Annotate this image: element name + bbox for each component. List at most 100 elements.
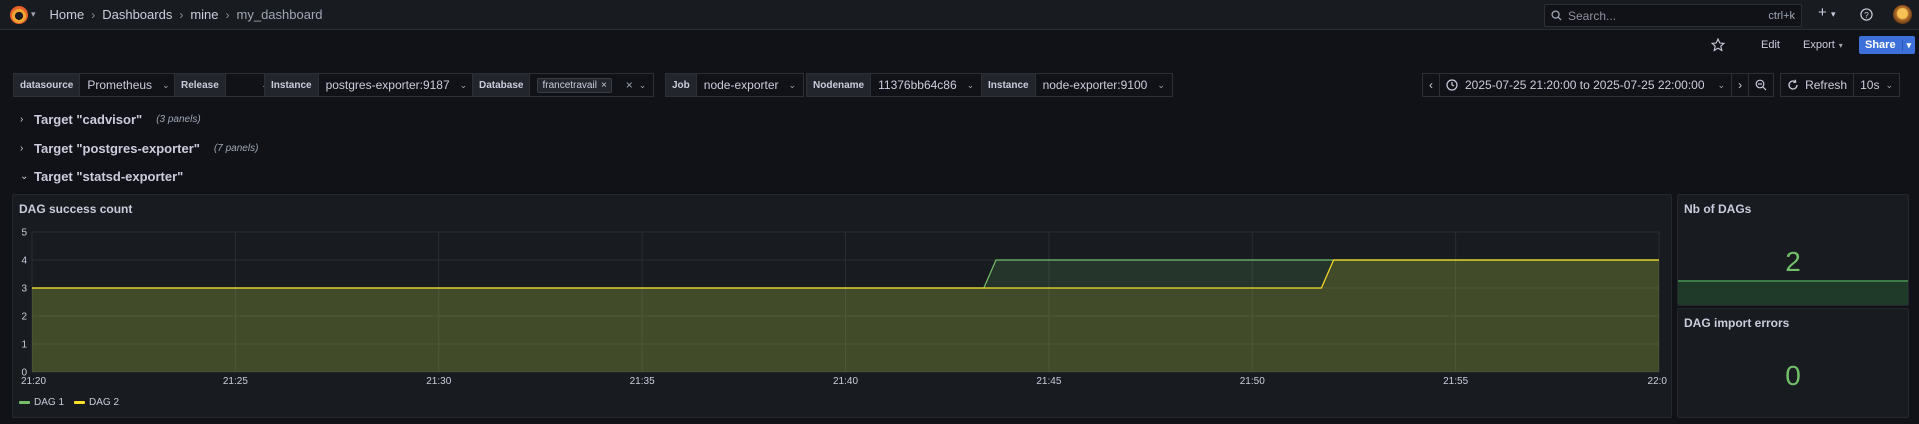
row-postgres-exporter[interactable]: › Target "postgres-exporter" (7 panels): [20, 139, 258, 157]
chevron-down-icon[interactable]: ▾: [31, 9, 36, 20]
zoom-out-button[interactable]: [1749, 73, 1775, 97]
variable-select[interactable]: node-exporter ⌄: [696, 73, 805, 97]
dag-success-panel[interactable]: DAG success count 0 1 2 3 4 5 21:20 21:25 21:30 2…: [12, 194, 1672, 418]
y-tick-label: 4: [21, 256, 27, 267]
refresh-interval-select[interactable]: 10s ⌄: [1854, 73, 1901, 97]
search-icon: [1551, 10, 1562, 21]
breadcrumb: Home › Dashboards › mine › my_dashboard: [50, 7, 323, 22]
star-icon[interactable]: [1711, 38, 1725, 52]
chevron-down-icon: ⌄: [1157, 79, 1165, 90]
plus-icon[interactable]: +: [1818, 4, 1827, 21]
panel-title: DAG import errors: [1684, 316, 1790, 330]
x-tick-label: 21:50: [1240, 376, 1265, 387]
nb-dags-panel[interactable]: Nb of DAGs 2: [1677, 194, 1909, 306]
chevron-down-icon: ⌄: [788, 79, 797, 90]
edit-button[interactable]: Edit: [1761, 36, 1780, 54]
search-shortcut: ctrl+k: [1768, 9, 1795, 22]
top-bar: ▾ Home › Dashboards › mine › my_dashboar…: [0, 0, 1919, 30]
row-panel-count: (7 panels): [213, 142, 259, 154]
chevron-right-icon: ›: [20, 142, 24, 154]
row-cadvisor[interactable]: › Target "cadvisor" (3 panels): [20, 110, 201, 128]
variable-label: Instance: [981, 73, 1036, 97]
variable-release[interactable]: Release ⌄: [174, 73, 277, 97]
x-tick-label: 22:0: [1648, 376, 1668, 387]
variable-select[interactable]: Prometheus ⌄: [80, 73, 178, 97]
chevron-down-icon[interactable]: ▾: [1831, 9, 1836, 20]
legend-swatch: [19, 401, 30, 404]
chevron-right-icon: ›: [1738, 78, 1743, 92]
variable-select[interactable]: 11376bb64c86 ⌄: [871, 73, 983, 97]
help-icon[interactable]: ?: [1860, 8, 1873, 21]
chevron-down-icon[interactable]: ▾: [1901, 39, 1916, 51]
breadcrumb-mine[interactable]: mine: [190, 7, 218, 22]
variable-select[interactable]: node-exporter:9100 ⌄: [1035, 73, 1173, 97]
zoom-out-icon: [1755, 79, 1767, 91]
chevron-right-icon: ›: [20, 113, 24, 125]
avatar[interactable]: [1893, 5, 1912, 24]
clear-icon[interactable]: ×: [626, 78, 633, 92]
variable-label: Nodename: [806, 73, 872, 97]
variable-value: postgres-exporter:9187: [325, 78, 450, 92]
y-tick-label: 5: [21, 228, 27, 239]
time-back-button[interactable]: ‹: [1422, 73, 1440, 97]
chevron-down-icon: ⌄: [1885, 79, 1894, 90]
stat-value: 2: [1785, 246, 1801, 277]
x-tick-label: 21:20: [21, 376, 46, 387]
variable-select[interactable]: francetravail × × ⌄: [530, 73, 655, 97]
breadcrumb-dashboards[interactable]: Dashboards: [102, 7, 172, 22]
dag-success-chart[interactable]: 01234521:20 21:25 21:30 21:35 21:40 21:45 21:5…: [13, 195, 1671, 395]
variable-select[interactable]: postgres-exporter:9187 ⌄: [318, 73, 476, 97]
chevron-down-icon: ⌄: [20, 170, 29, 182]
breadcrumb-home[interactable]: Home: [50, 7, 85, 22]
variable-nodename[interactable]: Nodename 11376bb64c86 ⌄: [806, 73, 983, 97]
row-panel-count: (3 panels): [156, 113, 201, 125]
variable-job[interactable]: Job node-exporter ⌄: [665, 73, 805, 97]
x-tick-label: 21:25: [223, 376, 248, 387]
row-statsd-exporter[interactable]: ⌄ Target "statsd-exporter": [20, 167, 197, 185]
x-tick-label: 21:40: [833, 376, 858, 387]
variable-value: node-exporter: [703, 78, 779, 92]
share-button[interactable]: Share ▾: [1859, 36, 1916, 54]
x-tick-label: 21:45: [1036, 376, 1061, 387]
variable-value: 11376bb64c86: [878, 78, 957, 92]
variable-datasource[interactable]: datasource Prometheus ⌄: [13, 73, 178, 97]
y-tick-label: 2: [21, 312, 27, 323]
grafana-logo-icon[interactable]: [10, 5, 28, 24]
search-placeholder: Search...: [1568, 8, 1617, 23]
variable-label: Instance: [264, 73, 319, 97]
export-button[interactable]: Export ▾: [1803, 36, 1843, 54]
refresh-button[interactable]: Refresh: [1780, 73, 1855, 97]
variable-value: Prometheus: [87, 78, 153, 92]
row-title: Target "statsd-exporter": [34, 168, 184, 184]
variable-chip: francetravail ×: [537, 77, 612, 93]
time-range-picker[interactable]: 2025-07-25 21:20:00 to 2025-07-25 22:00:…: [1440, 73, 1733, 97]
x-tick-label: 21:55: [1443, 376, 1468, 387]
refresh-interval-value: 10s: [1860, 78, 1880, 92]
breadcrumb-current: my_dashboard: [236, 7, 323, 22]
chevron-left-icon: ‹: [1429, 78, 1433, 92]
legend-item-dag1[interactable]: DAG 1: [19, 397, 64, 408]
time-forward-button[interactable]: ›: [1732, 73, 1750, 97]
search-input[interactable]: Search... ctrl+k: [1544, 4, 1802, 27]
row-title: Target "postgres-exporter": [34, 140, 200, 156]
chart-legend: DAG 1 DAG 2: [19, 397, 119, 408]
chevron-down-icon: ▾: [1838, 40, 1843, 50]
variable-label: Database: [472, 73, 531, 97]
share-button-label: Share: [1865, 39, 1896, 51]
breadcrumb-separator-icon: ›: [179, 7, 184, 22]
clock-icon: [1446, 79, 1458, 91]
stat-sparkline-area: [1678, 280, 1908, 305]
remove-chip-icon[interactable]: ×: [601, 80, 607, 91]
legend-item-dag2[interactable]: DAG 2: [74, 397, 119, 408]
row-title: Target "cadvisor": [34, 111, 143, 127]
variable-database[interactable]: Database francetravail × × ⌄: [472, 73, 655, 97]
refresh-icon: [1788, 79, 1798, 90]
variable-instance-node[interactable]: Instance node-exporter:9100 ⌄: [981, 73, 1173, 97]
refresh-label: Refresh: [1805, 78, 1848, 92]
variable-label: Job: [665, 73, 697, 97]
variable-value: node-exporter:9100: [1042, 78, 1148, 92]
dag-import-errors-panel[interactable]: DAG import errors 0: [1677, 308, 1909, 418]
svg-text:?: ?: [1864, 10, 1869, 20]
export-button-label: Export: [1803, 39, 1835, 51]
variable-instance-postgres[interactable]: Instance postgres-exporter:9187 ⌄: [264, 73, 476, 97]
